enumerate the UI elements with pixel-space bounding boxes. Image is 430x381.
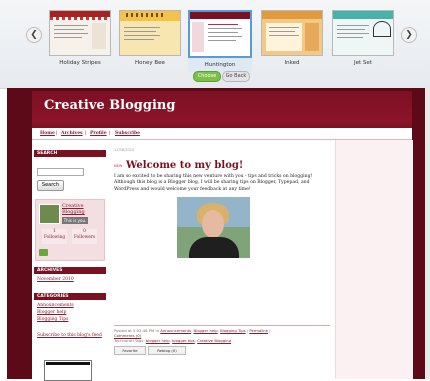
categories-heading: CATEGORIES [34, 293, 106, 300]
tag-link[interactable]: blogger help [146, 338, 170, 343]
category-link[interactable]: Blogger help [37, 310, 66, 316]
blog-title[interactable]: Creative Blogging [44, 98, 175, 114]
avatar[interactable] [39, 204, 60, 224]
follower-widget: Creative Blogging This is you. 1 Followi… [35, 199, 105, 261]
tag-link[interactable]: blogger tips [172, 338, 195, 343]
permalink-link[interactable]: Permalink [249, 328, 268, 333]
this-is-you-badge: This is you. [62, 217, 88, 224]
theme-label: Honey Bee [135, 60, 165, 66]
post-tags: Technorati Tags: blogger help, blogger t… [114, 338, 232, 343]
theme-thumbnail[interactable] [261, 10, 323, 56]
followers-label: Followers [73, 235, 96, 240]
blog-preview: Creative Blogging Home | Archives | Prof… [7, 88, 425, 381]
tags-prefix: Technorati Tags: [114, 338, 145, 343]
theme-picker: ❮ Holiday Stripes Honey Bee Huntington I… [0, 0, 430, 89]
theme-huntington[interactable]: Huntington [188, 10, 252, 72]
archives-heading: ARCHIVES [34, 267, 106, 274]
theme-thumbnail[interactable] [188, 10, 252, 58]
author-photo [177, 197, 250, 258]
new-badge: NEW [114, 164, 123, 168]
reblog-button[interactable]: Reblog (0) [148, 346, 186, 355]
theme-label: Holiday Stripes [59, 60, 101, 66]
scrollbar[interactable] [425, 88, 430, 379]
search-input[interactable] [37, 168, 84, 176]
go-back-button[interactable]: Go Back [222, 71, 250, 82]
theme-label: Jet Set [354, 60, 372, 66]
theme-carousel: Holiday Stripes Honey Bee Huntington Ink… [46, 10, 396, 72]
blog-post: 11/08/2010 NEW Welcome to my blog! I am … [114, 140, 332, 379]
search-button[interactable]: Search [37, 180, 64, 191]
category-link[interactable]: Announcements [37, 303, 74, 309]
meta-category-link[interactable]: Blogging Tips [220, 328, 246, 333]
following-label: Following [43, 235, 66, 240]
nav-separator: | [109, 131, 111, 136]
profile-link-line[interactable]: Blogging [62, 209, 85, 215]
favorite-button[interactable]: Favorite [114, 346, 146, 355]
theme-inked[interactable]: Inked [260, 10, 324, 68]
nav-separator: | [56, 131, 58, 136]
followers-stat[interactable]: 0 Followers [72, 229, 97, 244]
nav-subscribe[interactable]: Subscribe [115, 129, 140, 138]
theme-label: Inked [284, 60, 300, 66]
post-date: 11/08/2010 [114, 148, 135, 152]
chevron-right-icon[interactable]: ❯ [401, 27, 417, 43]
meta-category-link[interactable]: Announcements [160, 328, 191, 333]
post-divider [114, 325, 330, 326]
following-stat[interactable]: 1 Following [42, 229, 67, 244]
category-link[interactable]: Blogging Tips [37, 317, 69, 323]
profile-link[interactable]: Creative Blogging [62, 203, 85, 215]
search-heading: SEARCH [34, 150, 106, 157]
theme-thumbnail[interactable] [332, 10, 394, 56]
chevron-left-icon[interactable]: ❮ [26, 27, 42, 43]
sidebar-thumbnail [44, 360, 92, 381]
nav-home[interactable]: Home [40, 129, 55, 138]
tag-link[interactable]: Creative Blogging [197, 338, 231, 343]
theme-thumbnail[interactable] [49, 10, 111, 56]
blog-page: SEARCH Search Creative Blogging This is … [32, 140, 413, 381]
follow-icon[interactable] [39, 249, 48, 256]
theme-jet-set[interactable]: Jet Set [331, 10, 395, 68]
post-title[interactable]: Welcome to my blog! [126, 160, 243, 172]
subscribe-feed-link[interactable]: Subscribe to this blog's feed [37, 333, 102, 339]
choose-button[interactable]: Choose [193, 71, 221, 82]
meta-category-link[interactable]: Blogger help [194, 328, 218, 333]
nav-archives[interactable]: Archives [61, 129, 83, 138]
archive-link[interactable]: November 2010 [37, 277, 74, 283]
theme-honey-bee[interactable]: Honey Bee [118, 10, 182, 68]
nav-profile[interactable]: Profile [90, 129, 107, 138]
theme-thumbnail[interactable] [119, 10, 181, 56]
right-sidebar [335, 140, 413, 379]
sidebar: SEARCH Search Creative Blogging This is … [32, 140, 106, 381]
theme-label: Huntington [204, 62, 236, 68]
theme-holiday-stripes[interactable]: Holiday Stripes [48, 10, 112, 68]
nav-separator: | [85, 131, 87, 136]
post-body: I am so excited to be sharing this new v… [114, 174, 313, 192]
blog-nav: Home | Archives | Profile | Subscribe [32, 128, 412, 140]
